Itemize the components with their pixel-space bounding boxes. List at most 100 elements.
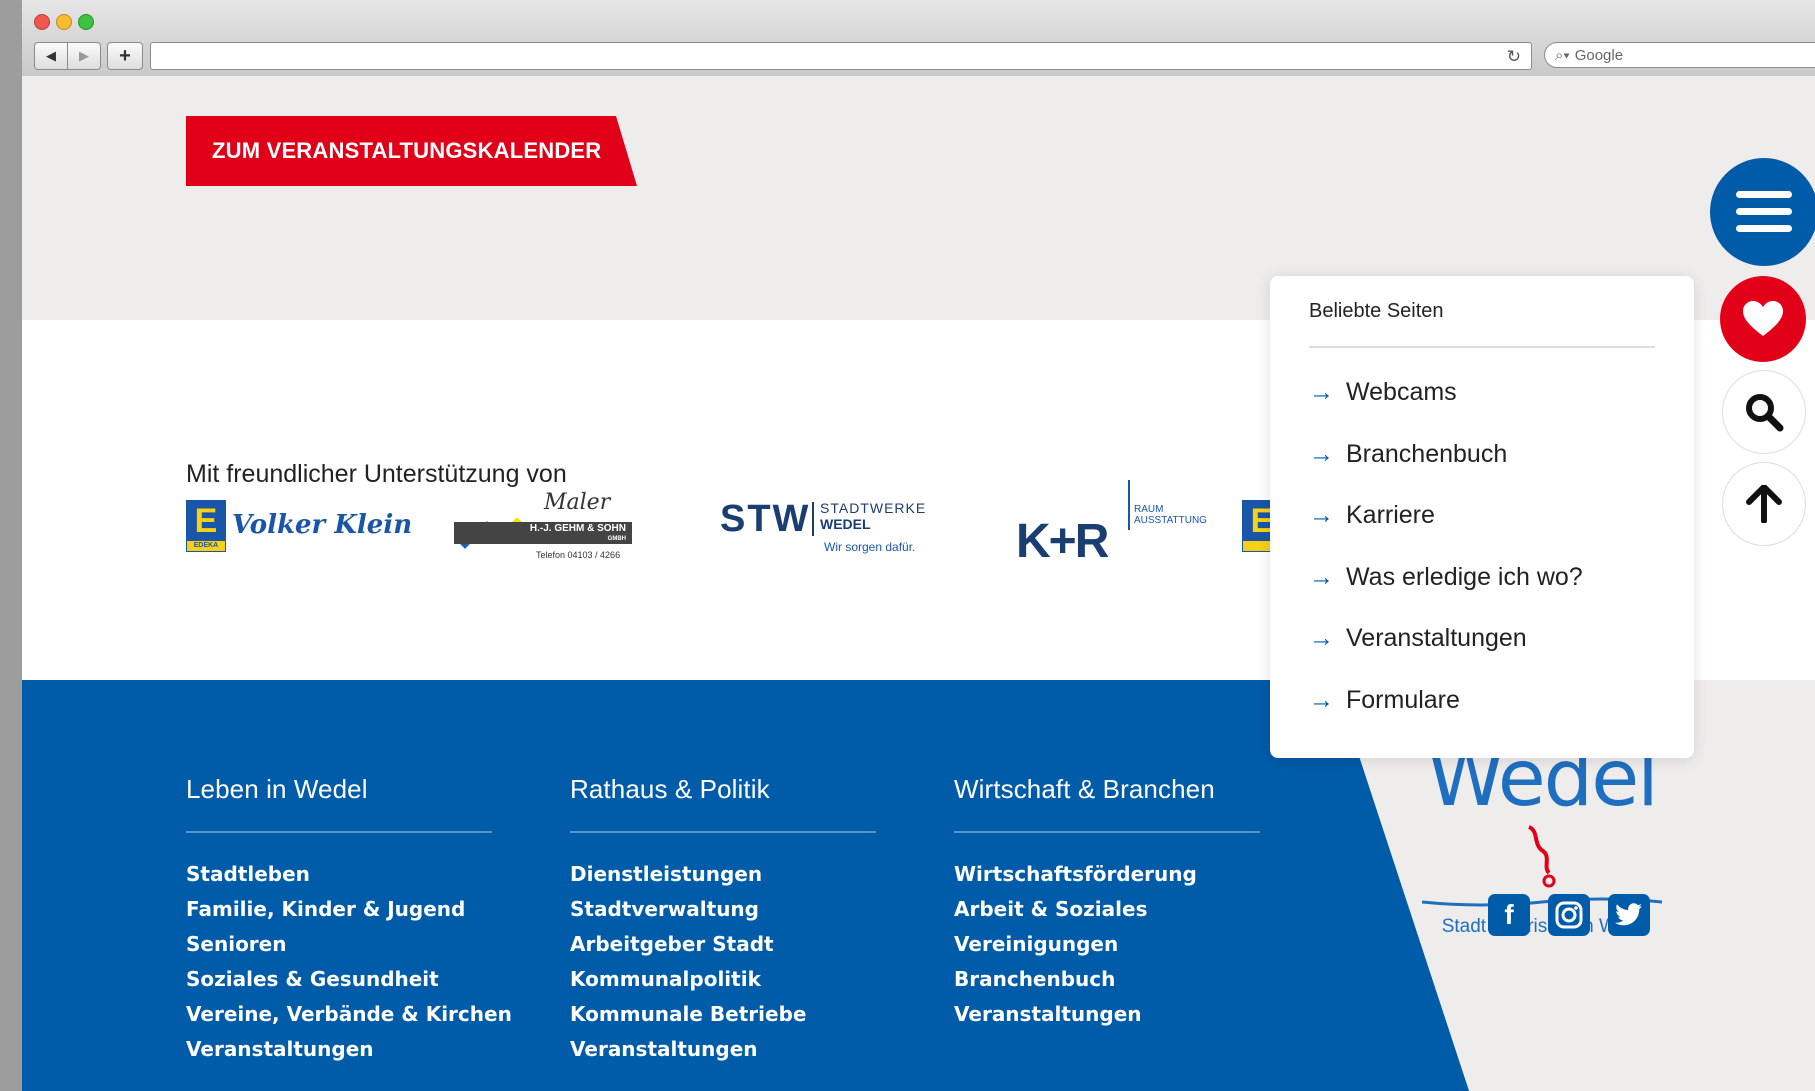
footer-link[interactable]: Wirtschaftsförderung — [954, 857, 1260, 892]
forward-arrow-icon: ▶ — [79, 48, 89, 63]
edeka-badge-letter: E — [187, 501, 225, 541]
popup-list: → Webcams → Branchenbuch → Karriere → Was er… — [1309, 378, 1583, 747]
popup-item-branchenbuch[interactable]: → Branchenbuch — [1309, 440, 1583, 502]
popup-item-veranstaltungen[interactable]: → Veranstaltungen — [1309, 624, 1583, 686]
sponsors-title: Mit freundlicher Unterstützung von — [186, 460, 567, 488]
footer-link[interactable]: Branchenbuch — [954, 962, 1260, 997]
kr-divider — [1128, 480, 1130, 530]
twitter-icon[interactable] — [1608, 894, 1650, 936]
wedel-anchor-icon — [1527, 825, 1556, 888]
footer-link[interactable]: Soziales & Gesundheit — [186, 962, 512, 997]
popup-item-was-erledige[interactable]: → Was erledige ich wo? — [1309, 563, 1583, 625]
footer-link[interactable]: Familie, Kinder & Jugend — [186, 892, 512, 927]
popup-item-webcams[interactable]: → Webcams — [1309, 378, 1583, 440]
arrow-right-icon: → — [1309, 439, 1334, 468]
footer-col-divider — [186, 831, 492, 833]
sponsor-logo-stadtwerke[interactable]: STW STADTWERKE WEDEL Wir sorgen dafür. — [720, 498, 950, 556]
stw-divider — [812, 502, 814, 536]
popup-item-formulare[interactable]: → Formulare — [1309, 686, 1583, 748]
gehm-name: H.-J. GEHM & SOHN — [529, 523, 626, 534]
footer-link[interactable]: Veranstaltungen — [570, 1032, 876, 1067]
search-field[interactable]: ⌕▾ Google — [1544, 42, 1815, 68]
footer-link[interactable]: Stadtleben — [186, 857, 512, 892]
edeka-badge-sub: EDEKA — [193, 542, 219, 549]
footer-col-divider — [954, 831, 1260, 833]
footer-link[interactable]: Veranstaltungen — [186, 1032, 512, 1067]
close-window-button[interactable] — [34, 14, 50, 30]
zoom-window-button[interactable] — [78, 14, 94, 30]
gehm-name-bar: H.-J. GEHM & SOHN GMBH — [454, 522, 632, 544]
popup-item-label: Webcams — [1346, 378, 1457, 406]
footer-col-rathaus: Rathaus & Politik Dienstleistungen Stadt… — [570, 774, 876, 1067]
footer-link[interactable]: Dienstleistungen — [570, 857, 876, 892]
popular-pages-popup: Beliebte Seiten → Webcams → Branchenbuch →… — [1270, 276, 1694, 758]
address-bar[interactable]: ↻ — [150, 42, 1532, 70]
footer-link[interactable]: Kommunalpolitik — [570, 962, 876, 997]
search-placeholder: Google — [1574, 46, 1624, 64]
search-button[interactable] — [1722, 370, 1806, 454]
search-icon: ⌕▾ — [1555, 46, 1570, 64]
popup-item-label: Was erledige ich wo? — [1346, 562, 1583, 591]
footer-link[interactable]: Arbeitgeber Stadt — [570, 927, 876, 962]
arrow-up-icon — [1746, 485, 1782, 523]
back-button[interactable]: ◀ — [34, 42, 68, 70]
wedel-wordmark: Wedel — [1422, 740, 1662, 896]
window-controls — [34, 14, 94, 30]
footer-col-title: Leben in Wedel — [186, 774, 368, 804]
footer-col-title: Rathaus & Politik — [570, 774, 770, 804]
page-content: ZUM VERANSTALTUNGSKALENDER Mit freundlic… — [22, 76, 1815, 1091]
reload-icon[interactable]: ↻ — [1507, 47, 1521, 67]
minimize-window-button[interactable] — [56, 14, 72, 30]
popup-item-label: Formulare — [1346, 685, 1460, 714]
maler-script: Maler — [544, 490, 611, 515]
footer-link[interactable]: Kommunale Betriebe — [570, 997, 876, 1032]
nav-buttons: ◀ ▶ + — [34, 42, 143, 70]
stw-line2: WEDEL — [820, 516, 871, 532]
footer-col-divider — [570, 831, 876, 833]
kr-line1: RAUM — [1134, 504, 1164, 515]
popup-item-karriere[interactable]: → Karriere — [1309, 501, 1583, 563]
arrow-right-icon: → — [1309, 378, 1334, 406]
gehm-phone: Telefon 04103 / 4266 — [536, 550, 621, 560]
event-calendar-button[interactable]: ZUM VERANSTALTUNGSKALENDER — [186, 116, 637, 186]
forward-button[interactable]: ▶ — [67, 42, 101, 70]
back-arrow-icon: ◀ — [46, 48, 56, 63]
popup-divider — [1309, 346, 1655, 348]
stw-slogan: Wir sorgen dafür. — [824, 540, 916, 554]
arrow-right-icon: → — [1309, 501, 1334, 529]
footer-col-leben: Leben in Wedel Stadtleben Familie, Kinde… — [186, 774, 512, 1067]
arrow-right-icon: → — [1309, 562, 1334, 591]
hamburger-icon — [1736, 191, 1792, 232]
popup-item-label: Veranstaltungen — [1346, 624, 1527, 652]
new-tab-button[interactable]: + — [107, 42, 143, 70]
event-calendar-label: ZUM VERANSTALTUNGSKALENDER — [212, 138, 602, 163]
popup-title: Beliebte Seiten — [1309, 300, 1444, 322]
social-links: f — [1488, 894, 1650, 936]
footer-link[interactable]: Vereinigungen — [954, 927, 1260, 962]
footer-link[interactable]: Arbeit & Soziales — [954, 892, 1260, 927]
footer-link[interactable]: Vereine, Verbände & Kirchen — [186, 997, 512, 1032]
footer-link[interactable]: Veranstaltungen — [954, 997, 1260, 1032]
footer-col-title: Wirtschaft & Branchen — [954, 774, 1215, 804]
sponsor-logo-kr[interactable]: K+R RAUM AUSSTATTUNG — [1016, 480, 1216, 568]
facebook-icon[interactable]: f — [1488, 894, 1530, 936]
stw-line1: STADTWERKE — [820, 500, 927, 516]
sponsor-logo-volker-klein[interactable]: E EDEKA Volker Klein — [186, 500, 412, 552]
scroll-top-button[interactable] — [1722, 462, 1806, 546]
sponsor-logo-gehm[interactable]: Maler H.-J. GEHM & SOHN GMBH Telefon 041… — [454, 490, 634, 566]
arrow-right-icon: → — [1309, 624, 1334, 652]
menu-button[interactable] — [1710, 158, 1815, 266]
kr-wordmark: K+R — [1016, 515, 1109, 568]
footer-link[interactable]: Stadtverwaltung — [570, 892, 876, 927]
edeka-badge: E EDEKA — [186, 500, 226, 552]
instagram-icon[interactable] — [1548, 894, 1590, 936]
stw-wordmark: STW — [720, 498, 811, 540]
volker-klein-wordmark: Volker Klein — [232, 510, 413, 540]
kr-line2: AUSSTATTUNG — [1134, 515, 1207, 526]
browser-toolbar: ◀ ▶ + ↻ ⌕▾ Google — [22, 0, 1815, 77]
footer-col-wirtschaft: Wirtschaft & Branchen Wirtschaftsförderu… — [954, 774, 1260, 1032]
favorites-button[interactable] — [1720, 276, 1806, 362]
magnifier-icon — [1746, 394, 1784, 432]
footer-link[interactable]: Senioren — [186, 927, 512, 962]
popup-item-label: Karriere — [1346, 501, 1435, 529]
